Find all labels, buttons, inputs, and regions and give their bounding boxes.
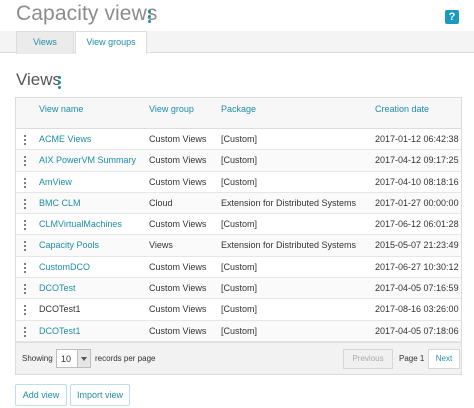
add-view-button[interactable]: Add view — [15, 384, 67, 406]
cell-creation-date: 2017-01-27 00:00:00 — [375, 197, 459, 208]
table-row: CustomDCO Custom Views [Custom] 2017-06-27 … — [16, 256, 461, 279]
cell-view-group: Custom Views — [149, 134, 207, 144]
cell-view-group: Custom Views — [149, 283, 207, 294]
table-row: DCOTest1 Custom Views [Custom] 2017-04-05 0… — [16, 320, 461, 342]
cell-creation-date: 2017-06-27 10:30:12 — [375, 261, 459, 272]
cell-package: [Custom] — [221, 155, 258, 166]
cell-creation-date: 2017-04-12 09:17:25 — [375, 155, 459, 166]
chevron-down-icon — [77, 350, 90, 367]
page-size-select[interactable]: 10 — [56, 349, 91, 368]
cell-creation-date: 2017-04-05 07:18:06 — [375, 325, 459, 336]
cell-view-group: Custom Views — [149, 155, 207, 166]
cell-creation-date: 2017-01-12 06:42:38 — [375, 134, 459, 144]
table-row: DCOTest1 Custom Views [Custom] 2017-08-16 0… — [16, 299, 461, 321]
row-menu-icon[interactable] — [24, 135, 27, 145]
table-header: View name View group Package Creation da… — [16, 98, 461, 129]
section-menu-icon[interactable] — [58, 76, 62, 89]
column-header-view-name[interactable]: View name — [39, 104, 83, 114]
cell-package: [Custom] — [221, 283, 258, 294]
cell-view-name[interactable]: Capacity Pools — [39, 240, 99, 250]
cell-view-name[interactable]: AmView — [39, 177, 72, 187]
row-menu-icon[interactable] — [24, 156, 27, 167]
cell-package: [Custom] — [221, 325, 258, 336]
cell-creation-date: 2017-04-10 08:18:16 — [375, 176, 459, 187]
page-title: Capacity views — [16, 2, 158, 25]
cell-package: Extension for Distributed Systems — [221, 240, 357, 251]
cell-view-group: Custom Views — [149, 261, 207, 272]
cell-view-group: Cloud — [149, 197, 173, 208]
cell-creation-date: 2015-05-07 21:23:49 — [375, 240, 459, 251]
column-header-creation-date[interactable]: Creation date — [375, 104, 429, 114]
table-body: ACME Views Custom Views [Custom] 2017-01-12… — [16, 129, 461, 342]
row-menu-icon[interactable] — [24, 305, 27, 316]
table-row: AIX PowerVM Summary Custom Views [Custom] 2… — [16, 150, 461, 172]
row-menu-icon[interactable] — [24, 241, 27, 252]
showing-label: Showing — [22, 354, 53, 363]
table-row: AmView Custom Views [Custom] 2017-04-10 08:… — [16, 171, 461, 193]
cell-view-group: Custom Views — [149, 176, 207, 187]
cell-view-group: Custom Views — [149, 219, 207, 230]
row-menu-icon[interactable] — [24, 220, 27, 231]
column-header-package[interactable]: Package — [221, 104, 256, 114]
tab-views[interactable]: Views — [16, 31, 74, 54]
cell-package: [Custom] — [221, 134, 258, 144]
cell-view-name[interactable]: BMC CLM — [39, 198, 81, 208]
cell-view-name: DCOTest1 — [39, 304, 81, 315]
row-menu-icon[interactable] — [24, 198, 27, 209]
page-indicator: Page 1 — [399, 354, 425, 363]
import-view-button[interactable]: Import view — [70, 384, 130, 406]
row-menu-icon[interactable] — [24, 262, 27, 273]
table-row: ACME Views Custom Views [Custom] 2017-01-12… — [16, 129, 461, 151]
cell-package: [Custom] — [221, 261, 258, 272]
records-per-page-label: records per page — [95, 354, 156, 363]
row-menu-icon[interactable] — [24, 284, 27, 295]
column-header-view-group[interactable]: View group — [149, 104, 194, 114]
cell-package: [Custom] — [221, 219, 258, 230]
cell-creation-date: 2017-08-16 03:26:00 — [375, 304, 459, 315]
cell-package: Extension for Distributed Systems — [221, 197, 357, 208]
cell-creation-date: 2017-06-12 06:01:28 — [375, 219, 459, 230]
section-title: Views — [16, 70, 62, 89]
table-row: BMC CLM Cloud Extension for Distributed Sy… — [16, 192, 461, 215]
page-size-value: 10 — [61, 354, 72, 364]
cell-package: [Custom] — [221, 176, 258, 187]
cell-view-group: Views — [149, 240, 173, 251]
cell-view-group: Custom Views — [149, 304, 207, 315]
cell-creation-date: 2017-04-05 07:16:59 — [375, 283, 459, 294]
cell-view-name[interactable]: CustomDCO — [39, 262, 90, 272]
cell-view-name[interactable]: CLMVirtualMachines — [39, 219, 122, 229]
cell-view-name[interactable]: DCOTest — [39, 283, 76, 293]
table-row: DCOTest Custom Views [Custom] 2017-04-05 07… — [16, 278, 461, 300]
cell-view-name[interactable]: AIX PowerVM Summary — [39, 155, 136, 165]
table-footer: Showing 10 records per page Previous Pag… — [16, 342, 461, 374]
next-button[interactable]: Next — [428, 349, 460, 369]
help-icon[interactable]: ? — [445, 10, 459, 24]
row-menu-icon[interactable] — [24, 326, 27, 337]
cell-view-name[interactable]: ACME Views — [39, 134, 91, 144]
cell-view-group: Custom Views — [149, 325, 207, 336]
views-table: View name View group Package Creation da… — [15, 97, 462, 375]
previous-button[interactable]: Previous — [343, 349, 393, 369]
table-row: CLMVirtualMachines Custom Views [Custom] 20… — [16, 214, 461, 236]
title-menu-icon[interactable] — [148, 10, 152, 24]
row-menu-icon[interactable] — [24, 177, 27, 188]
tab-view-groups[interactable]: View groups — [75, 31, 147, 54]
table-row: Capacity Pools Views Extension for Distrib… — [16, 235, 461, 257]
cell-package: [Custom] — [221, 304, 258, 315]
page-header: Capacity views ? — [0, 0, 474, 31]
cell-view-name[interactable]: DCOTest1 — [39, 326, 81, 336]
tabs-bar: Views View groups — [0, 31, 474, 54]
